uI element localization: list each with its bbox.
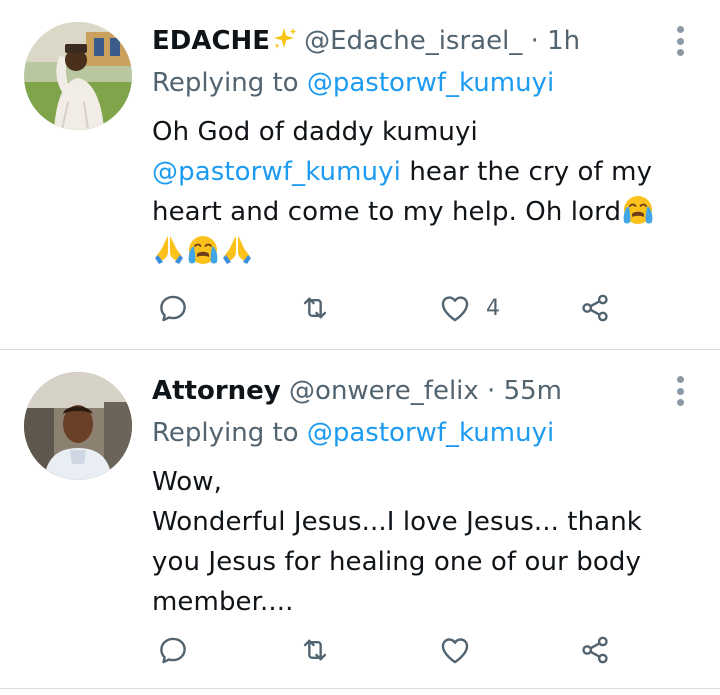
share-icon	[578, 633, 612, 667]
replying-to-label: Replying to	[152, 68, 299, 98]
crying-face-icon	[621, 192, 655, 226]
display-name[interactable]: Attorney	[152, 376, 281, 406]
replying-to-label: Replying to	[152, 418, 299, 448]
tweet-header: EDACHE @Edache_israel_ · 1h	[152, 24, 580, 58]
crying-face-icon	[186, 232, 220, 266]
mention-link[interactable]: @pastorwf_kumuyi	[152, 157, 401, 187]
retweet-button[interactable]	[298, 288, 332, 328]
tweet[interactable]: EDACHE @Edache_israel_ · 1h Replying to @…	[0, 0, 720, 349]
like-button[interactable]: 4	[438, 288, 500, 328]
tweet-text-fragment: heart and come to my help. Oh lord	[152, 197, 622, 227]
sparkles-icon	[274, 28, 297, 49]
user-handle[interactable]: @onwere_felix	[289, 376, 479, 406]
replying-to-mention[interactable]: @pastorwf_kumuyi	[307, 418, 554, 448]
more-options-icon[interactable]	[670, 26, 690, 56]
tweet-text-line: heart and come to my help. Oh lord	[152, 192, 692, 232]
emoji-line	[152, 232, 692, 272]
replying-to: Replying to @pastorwf_kumuyi	[152, 416, 554, 450]
heart-icon	[438, 291, 472, 325]
tweet-text-fragment: hear the cry of my	[400, 157, 653, 187]
share-icon	[578, 291, 612, 325]
share-button[interactable]	[578, 630, 612, 670]
reply-icon	[156, 633, 190, 667]
replying-to-mention[interactable]: @pastorwf_kumuyi	[307, 68, 554, 98]
reply-button[interactable]	[156, 630, 190, 670]
retweet-icon	[298, 291, 332, 325]
share-button[interactable]	[578, 288, 612, 328]
tweet-text-line: member....	[152, 587, 294, 617]
tweet-text-line: you Jesus for healing one of our body	[152, 547, 641, 577]
reply-button[interactable]	[156, 288, 190, 328]
divider	[0, 688, 720, 689]
heart-icon	[438, 633, 472, 667]
retweet-icon	[298, 633, 332, 667]
tweet-text-line: Wow,	[152, 467, 223, 497]
like-count: 4	[486, 295, 500, 321]
timestamp[interactable]: 1h	[547, 26, 580, 56]
display-name[interactable]: EDACHE	[152, 26, 270, 56]
tweet-text-line: @pastorwf_kumuyi hear the cry of my	[152, 152, 692, 192]
reply-icon	[156, 291, 190, 325]
replying-to: Replying to @pastorwf_kumuyi	[152, 66, 554, 100]
tweet-text-line: Oh God of daddy kumuyi	[152, 117, 478, 147]
tweet-text: Wow, Wonderful Jesus...I love Jesus... t…	[152, 462, 692, 622]
avatar[interactable]	[24, 372, 132, 480]
like-button[interactable]	[438, 630, 486, 670]
separator-dot: ·	[487, 376, 496, 406]
retweet-button[interactable]	[298, 630, 332, 670]
tweet-text: Oh God of daddy kumuyi @pastorwf_kumuyi …	[152, 112, 692, 272]
action-bar: 4	[152, 288, 622, 328]
folded-hands-icon	[152, 232, 186, 266]
action-bar	[152, 630, 622, 670]
timestamp[interactable]: 55m	[504, 376, 562, 406]
folded-hands-icon	[220, 232, 254, 266]
more-options-icon[interactable]	[670, 376, 690, 406]
user-handle[interactable]: @Edache_israel_	[304, 26, 522, 56]
avatar[interactable]	[24, 22, 132, 130]
separator-dot: ·	[530, 26, 539, 56]
tweet-header: Attorney @onwere_felix · 55m	[152, 374, 562, 408]
tweet-text-line: Wonderful Jesus...I love Jesus... thank	[152, 507, 642, 537]
